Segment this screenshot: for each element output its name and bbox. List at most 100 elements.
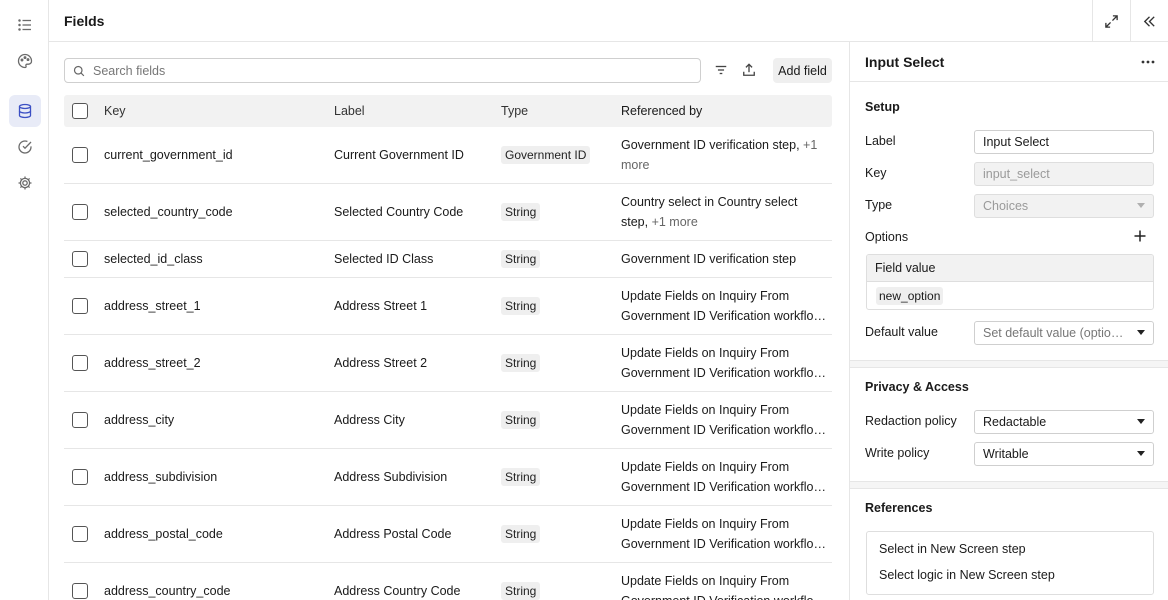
select-all-checkbox[interactable] bbox=[72, 103, 88, 119]
top-bar: Fields bbox=[49, 0, 1168, 42]
type-badge: String bbox=[501, 525, 541, 543]
referenced-by-text: Government ID verification step, bbox=[621, 138, 804, 152]
references-section-title: References bbox=[865, 501, 933, 515]
type-badge: Government ID bbox=[501, 146, 591, 164]
section-divider bbox=[850, 360, 1168, 368]
field-label: Selected ID Class bbox=[334, 252, 434, 266]
row-checkbox[interactable] bbox=[72, 583, 88, 599]
row-checkbox[interactable] bbox=[72, 204, 88, 220]
options-label: Options bbox=[865, 230, 909, 244]
key-value: input_select bbox=[983, 167, 1050, 181]
collapse-panel-icon[interactable] bbox=[1130, 0, 1168, 42]
type-select: Choices bbox=[974, 194, 1154, 218]
field-label: Address Country Code bbox=[334, 584, 461, 598]
field-label: Selected Country Code bbox=[334, 205, 464, 219]
options-header: Field value bbox=[867, 255, 1153, 282]
table-row[interactable]: address_street_1 Address Street 1 String… bbox=[64, 278, 832, 335]
referenced-by-text: Update Fields on Inquiry From Government… bbox=[621, 460, 823, 494]
field-properties-panel: Input Select Setup Label Input Select Ke… bbox=[849, 42, 1168, 600]
row-checkbox[interactable] bbox=[72, 298, 88, 314]
option-row[interactable]: new_option bbox=[867, 282, 1153, 309]
field-key: address_subdivision bbox=[104, 470, 218, 484]
field-key: selected_id_class bbox=[104, 252, 203, 266]
column-header-key[interactable]: Key bbox=[104, 95, 126, 127]
type-badge: String bbox=[501, 297, 541, 315]
gear-icon[interactable] bbox=[9, 167, 41, 199]
expand-icon[interactable] bbox=[1092, 0, 1130, 42]
label-field[interactable]: Input Select bbox=[974, 130, 1154, 154]
key-field: input_select bbox=[974, 162, 1154, 186]
fields-main: Add field Key Label Type Referenced by c… bbox=[49, 42, 849, 600]
upload-icon[interactable] bbox=[739, 60, 759, 80]
more-references-link[interactable]: +1 more bbox=[652, 215, 698, 229]
default-value-placeholder: Set default value (optional) bbox=[983, 326, 1128, 340]
field-label: Address Subdivision bbox=[334, 470, 448, 484]
row-checkbox[interactable] bbox=[72, 251, 88, 267]
search-box[interactable] bbox=[64, 58, 701, 83]
redaction-policy-value: Redactable bbox=[983, 415, 1047, 429]
table-row[interactable]: current_government_id Current Government… bbox=[64, 127, 832, 184]
setup-section-title: Setup bbox=[865, 100, 900, 114]
table-header: Key Label Type Referenced by bbox=[64, 95, 832, 127]
default-value-label: Default value bbox=[865, 325, 938, 339]
add-option-icon[interactable] bbox=[1132, 228, 1148, 244]
reference-item[interactable]: Select in New Screen step bbox=[879, 542, 1026, 556]
type-badge: String bbox=[501, 411, 541, 429]
options-table: Field value new_option bbox=[866, 254, 1154, 310]
table-row[interactable]: address_street_2 Address Street 2 String… bbox=[64, 335, 832, 392]
type-badge: String bbox=[501, 250, 541, 268]
key-label: Key bbox=[865, 166, 887, 180]
type-badge: String bbox=[501, 354, 541, 372]
option-value: new_option bbox=[876, 287, 944, 305]
chevron-down-icon bbox=[1137, 419, 1145, 424]
more-options-icon[interactable] bbox=[1138, 52, 1158, 72]
table-row[interactable]: address_city Address City String Update … bbox=[64, 392, 832, 449]
palette-icon[interactable] bbox=[9, 45, 41, 77]
list-icon[interactable] bbox=[9, 9, 41, 41]
chevron-down-icon bbox=[1137, 330, 1145, 335]
search-input[interactable] bbox=[93, 63, 673, 78]
referenced-by-text: Update Fields on Inquiry From Government… bbox=[621, 574, 822, 600]
label-value: Input Select bbox=[983, 135, 1050, 149]
default-value-select[interactable]: Set default value (optional) bbox=[974, 321, 1154, 345]
type-badge: String bbox=[501, 582, 541, 600]
referenced-by-text: Government ID verification step bbox=[621, 252, 797, 266]
row-checkbox[interactable] bbox=[72, 147, 88, 163]
field-label: Current Government ID bbox=[334, 148, 464, 162]
field-key: address_street_1 bbox=[104, 299, 201, 313]
table-row[interactable]: address_country_code Address Country Cod… bbox=[64, 563, 832, 600]
search-icon bbox=[73, 65, 85, 76]
panel-title: Input Select bbox=[865, 54, 945, 70]
filter-icon[interactable] bbox=[711, 60, 731, 80]
field-key: current_government_id bbox=[104, 148, 233, 162]
row-checkbox[interactable] bbox=[72, 412, 88, 428]
table-row[interactable]: address_subdivision Address Subdivision … bbox=[64, 449, 832, 506]
write-policy-label: Write policy bbox=[865, 446, 930, 460]
database-icon[interactable] bbox=[9, 95, 41, 127]
column-header-label[interactable]: Label bbox=[334, 95, 365, 127]
referenced-by-text: Country select in Country select step, bbox=[621, 195, 798, 229]
table-row[interactable]: selected_id_class Selected ID Class Stri… bbox=[64, 241, 832, 278]
label-label: Label bbox=[865, 134, 896, 148]
field-key: address_city bbox=[104, 413, 175, 427]
reference-item[interactable]: Select logic in New Screen step bbox=[879, 568, 1055, 582]
check-circle-icon[interactable] bbox=[9, 131, 41, 163]
row-checkbox[interactable] bbox=[72, 355, 88, 371]
redaction-policy-label: Redaction policy bbox=[865, 414, 957, 428]
chevron-down-icon bbox=[1137, 451, 1145, 456]
referenced-by-text: Update Fields on Inquiry From Government… bbox=[621, 346, 823, 380]
references-list: Select in New Screen step Select logic i… bbox=[866, 531, 1154, 595]
table-row[interactable]: address_postal_code Address Postal Code … bbox=[64, 506, 832, 563]
redaction-policy-select[interactable]: Redactable bbox=[974, 410, 1154, 434]
chevron-down-icon bbox=[1137, 203, 1145, 208]
referenced-by-text: Update Fields on Inquiry From Government… bbox=[621, 403, 823, 437]
referenced-by-text: Update Fields on Inquiry From Government… bbox=[621, 289, 823, 323]
table-row[interactable]: selected_country_code Selected Country C… bbox=[64, 184, 832, 241]
add-field-button[interactable]: Add field bbox=[773, 58, 832, 83]
column-header-referenced-by[interactable]: Referenced by bbox=[621, 95, 827, 127]
row-checkbox[interactable] bbox=[72, 469, 88, 485]
page-title: Fields bbox=[64, 13, 105, 29]
write-policy-select[interactable]: Writable bbox=[974, 442, 1154, 466]
column-header-type[interactable]: Type bbox=[501, 95, 528, 127]
row-checkbox[interactable] bbox=[72, 526, 88, 542]
